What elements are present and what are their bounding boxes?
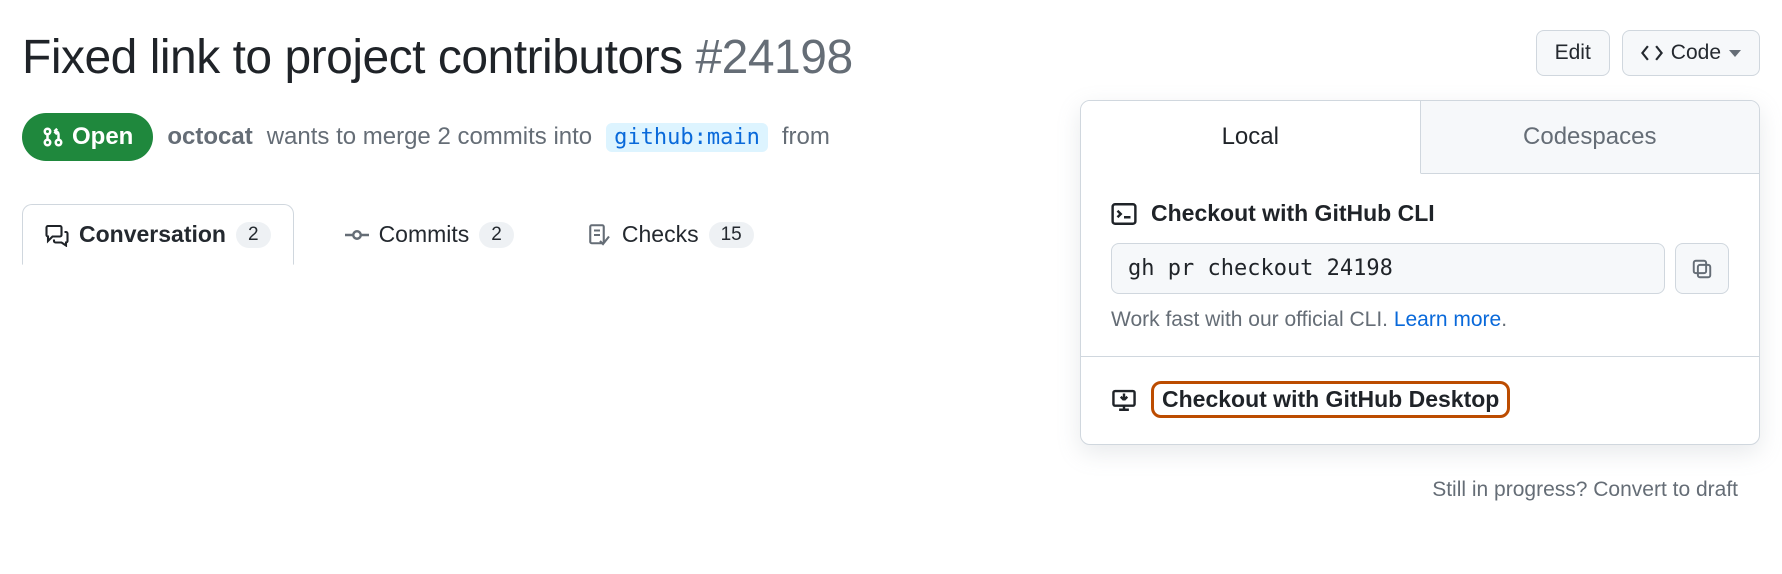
cli-hint: Work fast with our official CLI. Learn m… (1111, 308, 1729, 332)
pr-number: #24198 (695, 31, 852, 84)
cli-section-title-row: Checkout with GitHub CLI (1111, 200, 1729, 227)
panel-tab-local[interactable]: Local (1081, 101, 1421, 174)
merge-text-1: wants to merge 2 commits into (267, 123, 592, 151)
pr-author[interactable]: octocat (167, 123, 252, 151)
comment-discussion-icon (45, 223, 69, 247)
state-label: Open (72, 123, 133, 151)
terminal-icon (1111, 201, 1137, 227)
convert-to-draft-link[interactable]: Convert to draft (1593, 478, 1738, 501)
edit-button[interactable]: Edit (1536, 30, 1610, 76)
tab-commits-label: Commits (379, 221, 470, 248)
code-label: Code (1671, 41, 1721, 65)
checkout-desktop-link[interactable]: Checkout with GitHub Desktop (1151, 381, 1510, 418)
caret-down-icon (1729, 50, 1741, 57)
copy-icon (1691, 258, 1713, 280)
tab-conversation-label: Conversation (79, 221, 226, 248)
desktop-download-icon (1111, 387, 1137, 413)
tab-checks[interactable]: Checks 15 (565, 204, 777, 265)
panel-divider (1081, 356, 1759, 357)
code-dropdown-panel: Local Codespaces Checkout with GitHub CL… (1080, 100, 1760, 445)
cli-command-row: gh pr checkout 24198 (1111, 243, 1729, 294)
code-button[interactable]: Code (1622, 30, 1760, 76)
tab-checks-count: 15 (709, 222, 754, 248)
pr-title: Fixed link to project contributors (22, 31, 683, 84)
base-branch[interactable]: github:main (606, 123, 768, 152)
git-pull-request-icon (42, 126, 64, 148)
tab-commits-count: 2 (479, 222, 514, 248)
state-badge: Open (22, 113, 153, 161)
cli-learn-more-link[interactable]: Learn more (1394, 308, 1501, 331)
desktop-section: Checkout with GitHub Desktop (1111, 381, 1729, 418)
pr-title-block: Fixed link to project contributors #2419… (22, 30, 853, 85)
cli-hint-text: Work fast with our official CLI. (1111, 308, 1394, 331)
panel-tab-codespaces[interactable]: Codespaces (1421, 101, 1760, 174)
header-actions: Edit Code (1536, 30, 1760, 76)
pr-header: Fixed link to project contributors #2419… (22, 30, 1760, 85)
panel-body: Checkout with GitHub CLI gh pr checkout … (1081, 174, 1759, 444)
tab-conversation[interactable]: Conversation 2 (22, 204, 294, 265)
git-commit-icon (345, 223, 369, 247)
cli-command[interactable]: gh pr checkout 24198 (1111, 243, 1665, 294)
edit-label: Edit (1555, 41, 1591, 65)
panel-tabs: Local Codespaces (1081, 101, 1759, 174)
tab-checks-label: Checks (622, 221, 699, 248)
cli-title: Checkout with GitHub CLI (1151, 200, 1435, 227)
draft-hint: Still in progress? Convert to draft (1432, 478, 1738, 502)
draft-hint-text: Still in progress? (1432, 478, 1587, 501)
tab-conversation-count: 2 (236, 222, 271, 248)
merge-text-2: from (782, 123, 830, 151)
tab-commits[interactable]: Commits 2 (322, 204, 537, 265)
code-icon (1641, 42, 1663, 64)
copy-button[interactable] (1675, 243, 1729, 294)
checklist-icon (588, 223, 612, 247)
